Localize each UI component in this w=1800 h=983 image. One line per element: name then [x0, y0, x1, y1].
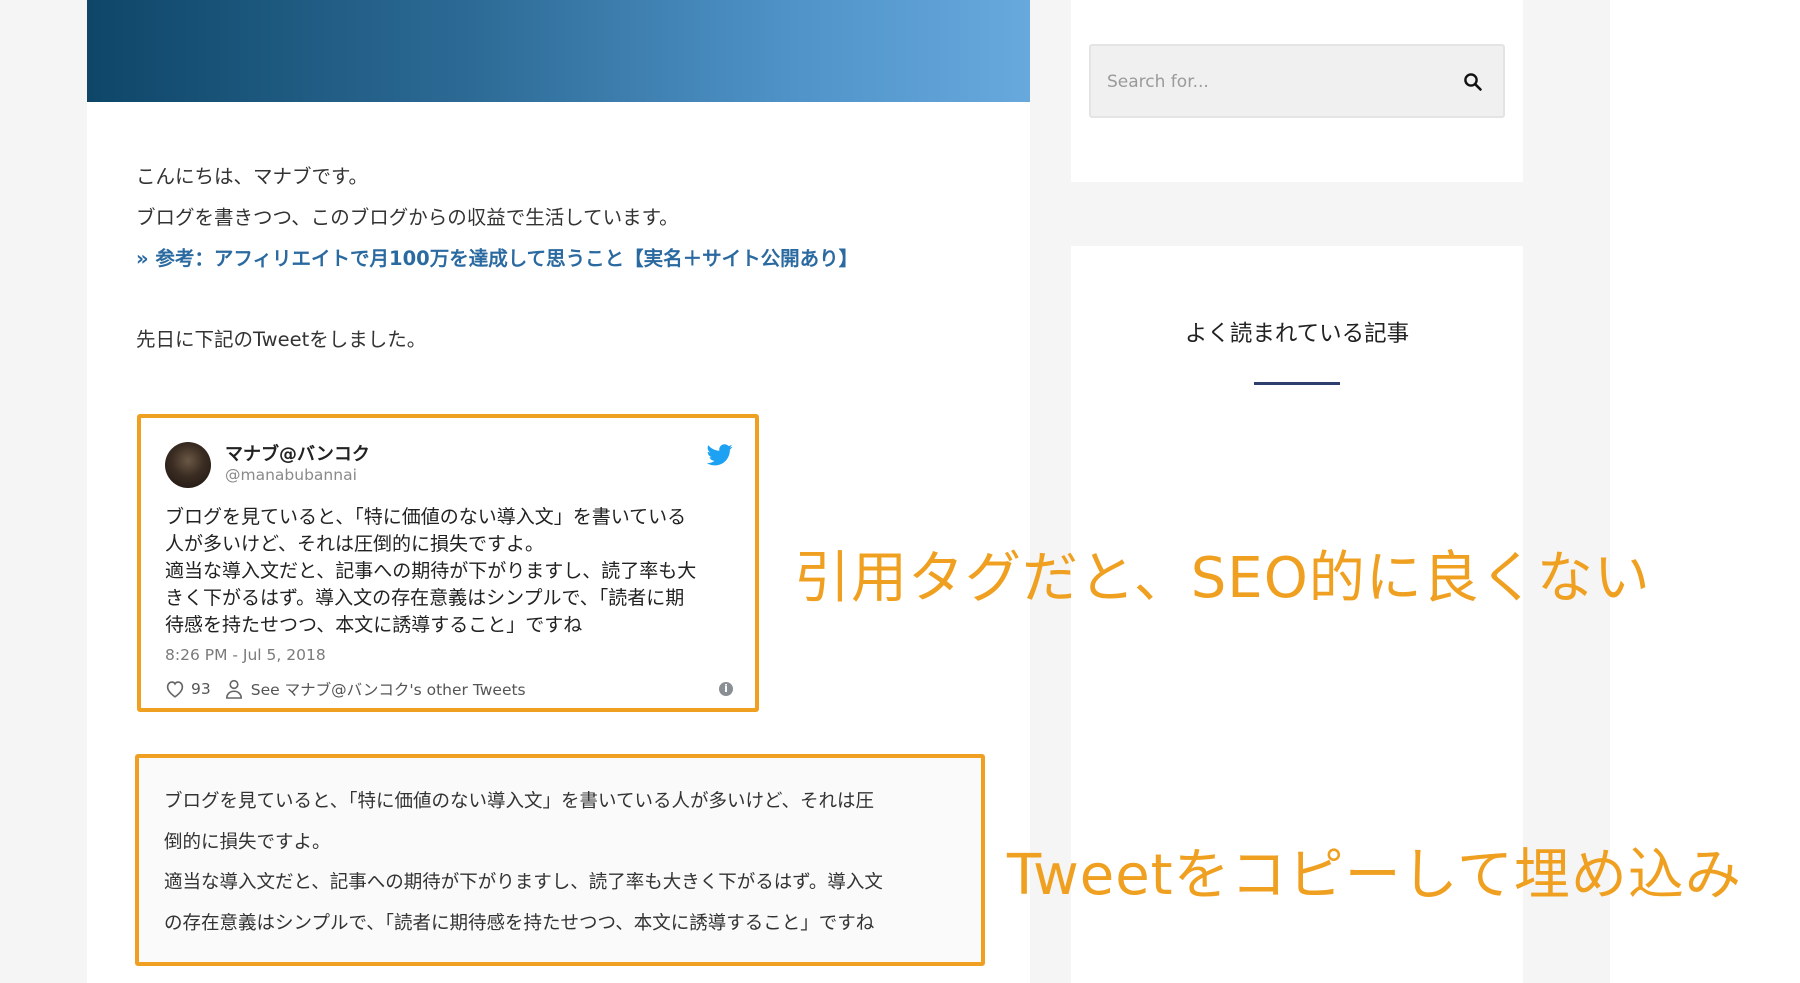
copied-line: 倒的に損失ですよ。 [164, 831, 331, 853]
search-input[interactable] [1105, 64, 1439, 100]
see-other-tweets-link[interactable]: See マナブ@バンコク's other Tweets [251, 678, 526, 700]
tweet-line: 適当な導入文だと、記事への期待が下がりますし、読了率も大 [165, 560, 697, 582]
copied-tweet-body: ブログを見ていると、「特に価値のない導入文」を書いている人が多いけど、それは圧 … [164, 782, 964, 944]
tweet-line: きく下がるはず。導入文の存在意義はシンプルで、「読者に期 [165, 587, 685, 609]
tweet-body: ブログを見ていると、「特に価値のない導入文」を書いている 人が多いけど、それは圧… [165, 504, 745, 639]
tweet-footer: 93 See マナブ@バンコク's other Tweets [165, 678, 526, 700]
title-underline [1254, 382, 1340, 385]
search-icon[interactable] [1463, 72, 1483, 92]
hero-banner [87, 0, 1030, 102]
heart-icon[interactable] [165, 680, 185, 698]
tweet-author-handle[interactable]: @manabubannai [225, 466, 357, 484]
reference-link[interactable]: » 参考：アフィリエイトで月100万を達成して思うこと【実名＋サイト公開あり】 [136, 238, 858, 279]
tweet-author-name[interactable]: マナブ@バンコク [225, 440, 370, 466]
main-content: こんにちは、マナブです。 ブログを書きつつ、このブログからの収益で生活しています… [87, 0, 1030, 983]
info-icon[interactable]: i [719, 682, 733, 696]
embedded-tweet-card[interactable]: マナブ@バンコク @manabubannai ブログを見ていると、「特に価値のな… [137, 414, 759, 712]
search-box[interactable] [1089, 44, 1505, 118]
tweet-intro-text: 先日に下記のTweetをしました。 [136, 328, 427, 351]
copied-line: 適当な導入文だと、記事への期待が下がりますし、読了率も大きく下がるはず。導入文 [164, 872, 883, 893]
twitter-bird-icon[interactable] [707, 444, 733, 466]
annotation-copy-embed: Tweetをコピーして埋め込み [1007, 843, 1742, 908]
like-count[interactable]: 93 [191, 680, 211, 698]
greeting-text: こんにちは、マナブです。 [136, 165, 369, 188]
tweet-date[interactable]: 8:26 PM - Jul 5, 2018 [165, 646, 326, 664]
copied-line: の存在意義はシンプルで、「読者に期待感を持たせつつ、本文に誘導すること」ですね [164, 912, 875, 934]
popular-articles-title: よく読まれている記事 [1184, 321, 1410, 347]
sidebar-search-widget [1071, 0, 1523, 182]
tweet-line: 待感を持たせつつ、本文に誘導すること」ですね [165, 614, 583, 636]
copied-line: ブログを見ていると、「特に価値のない導入文」を書いている人が多いけど、それは圧 [164, 791, 875, 812]
annotation-quote-tag: 引用タグだと、SEO的に良くない [794, 546, 1651, 611]
copied-tweet-block: ブログを見ていると、「特に価値のない導入文」を書いている人が多いけど、それは圧 … [135, 754, 985, 966]
tweet-line: 人が多いけど、それは圧倒的に損失ですよ。 [165, 533, 545, 555]
avatar[interactable] [165, 442, 211, 488]
tweet-line: ブログを見ていると、「特に価値のない導入文」を書いている [165, 506, 687, 528]
article-intro: こんにちは、マナブです。 ブログを書きつつ、このブログからの収益で生活しています… [136, 156, 858, 279]
person-icon[interactable] [225, 679, 243, 699]
intro-text: ブログを書きつつ、このブログからの収益で生活しています。 [136, 206, 679, 229]
